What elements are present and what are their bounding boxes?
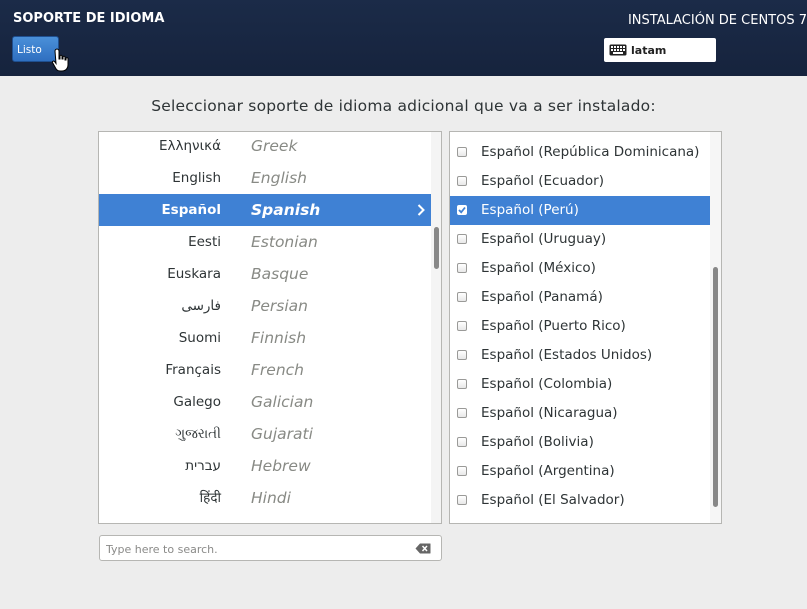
locale-label: Español (Panamá)	[481, 289, 603, 305]
keyboard-icon	[609, 44, 627, 56]
locale-label: Español (Estados Unidos)	[481, 347, 653, 363]
language-native-name: Français	[165, 362, 221, 378]
locale-label: Español (Nicaragua)	[481, 405, 618, 421]
language-list-scroll-thumb[interactable]	[434, 227, 439, 269]
language-native-name: Galego	[173, 394, 221, 410]
language-english-name: Gujarati	[251, 425, 313, 443]
language-english-name: Basque	[251, 265, 309, 283]
language-native-name: Español	[161, 202, 221, 218]
language-row[interactable]: Ελληνικά Greek	[99, 132, 431, 162]
keyboard-layout-label: latam	[631, 43, 667, 57]
header-bar: SOPORTE DE IDIOMA Listo INSTALACIÓN DE C…	[0, 0, 807, 76]
locale-row[interactable]: Español (Nicaragua)	[450, 399, 710, 428]
locale-row[interactable]: Español (Bolivia)	[450, 428, 710, 457]
locale-row[interactable]: Español (Argentina)	[450, 457, 710, 486]
language-native-name: فارسی	[181, 298, 221, 314]
language-english-name: French	[251, 361, 304, 379]
locale-row[interactable]: Español (Estados Unidos)	[450, 341, 710, 370]
locale-checkbox[interactable]	[457, 495, 467, 505]
search-input[interactable]	[104, 538, 408, 560]
locale-checkbox[interactable]	[457, 437, 467, 447]
locale-checkbox[interactable]	[457, 379, 467, 389]
locale-checkbox[interactable]	[457, 205, 467, 215]
locale-label: Español (Perú)	[481, 202, 579, 218]
locale-checkbox[interactable]	[457, 263, 467, 273]
language-row[interactable]: فارسی Persian	[99, 290, 431, 322]
locale-row[interactable]: Español (Colombia)	[450, 370, 710, 399]
language-native-name: Ελληνικά	[158, 138, 221, 154]
locale-checkbox[interactable]	[457, 176, 467, 186]
language-english-name: Greek	[251, 137, 298, 155]
language-native-name: Eesti	[188, 234, 221, 250]
locale-label: Español (El Salvador)	[481, 492, 625, 508]
locale-row[interactable]: Español (El Salvador)	[450, 486, 710, 515]
language-english-name: Galician	[251, 393, 314, 411]
locale-label: Español (Argentina)	[481, 463, 615, 479]
language-native-name: Suomi	[178, 330, 221, 346]
language-row[interactable]: Español Spanish	[99, 194, 431, 226]
language-english-name: Spanish	[251, 201, 321, 219]
locale-row[interactable]: Español (República Dominicana)	[450, 138, 710, 167]
language-list[interactable]: Ελληνικά Greek English English Español Spanis…	[98, 131, 442, 524]
language-row[interactable]: Français French	[99, 354, 431, 386]
locale-row[interactable]: Español (Puerto Rico)	[450, 312, 710, 341]
locale-checkbox[interactable]	[457, 321, 467, 331]
keyboard-layout-indicator[interactable]: latam	[604, 38, 716, 62]
locale-list[interactable]: Español (República Dominicana) Español (E…	[449, 131, 722, 524]
language-list-scrollbar[interactable]	[431, 132, 441, 523]
locale-row[interactable]: Español (Perú)	[450, 196, 710, 225]
language-native-name: ગુજરાતી	[175, 426, 221, 442]
language-row[interactable]: Galego Galician	[99, 386, 431, 418]
locale-checkbox[interactable]	[457, 234, 467, 244]
locale-checkbox[interactable]	[457, 408, 467, 418]
language-english-name: Hebrew	[251, 457, 311, 475]
locale-list-scroll-thumb[interactable]	[713, 267, 718, 507]
locale-row[interactable]: Español (México)	[450, 254, 710, 283]
locale-checkbox[interactable]	[457, 292, 467, 302]
locale-label: Español (Bolivia)	[481, 434, 594, 450]
checkmark-icon	[458, 206, 466, 214]
locale-label: Español (México)	[481, 260, 596, 276]
language-native-name: English	[172, 170, 221, 186]
instruction-text: Seleccionar soporte de idioma adicional …	[151, 97, 656, 115]
language-row[interactable]: ગુજરાતી Gujarati	[99, 418, 431, 450]
language-native-name: हिंदी	[199, 490, 221, 506]
language-row[interactable]: עברית Hebrew	[99, 450, 431, 482]
language-row[interactable]: Euskara Basque	[99, 258, 431, 290]
language-native-name: Euskara	[167, 266, 221, 282]
locale-row[interactable]: Español (Panamá)	[450, 283, 710, 312]
language-row[interactable]: हिंदी Hindi	[99, 482, 431, 514]
locale-label: Español (Puerto Rico)	[481, 318, 626, 334]
language-row[interactable]: Eesti Estonian	[99, 226, 431, 258]
language-english-name: English	[251, 169, 307, 187]
hand-pointer-icon	[51, 48, 69, 72]
locale-label: Español (Ecuador)	[481, 173, 604, 189]
locale-row[interactable]: Español (Ecuador)	[450, 167, 710, 196]
locale-checkbox[interactable]	[457, 466, 467, 476]
language-search-box[interactable]	[99, 535, 442, 561]
locale-row[interactable]: Español (Uruguay)	[450, 225, 710, 254]
locale-checkbox[interactable]	[457, 147, 467, 157]
page-title: SOPORTE DE IDIOMA	[13, 11, 165, 26]
language-english-name: Estonian	[251, 233, 318, 251]
install-title: INSTALACIÓN DE CENTOS 7	[627, 13, 807, 28]
language-english-name: Hindi	[251, 489, 291, 507]
language-english-name: Persian	[251, 297, 308, 315]
locale-label: Español (República Dominicana)	[481, 144, 700, 160]
locale-checkbox[interactable]	[457, 350, 467, 360]
locale-label: Español (Uruguay)	[481, 231, 607, 247]
locale-label: Español (Colombia)	[481, 376, 613, 392]
language-native-name: עברית	[185, 458, 221, 474]
language-english-name: Finnish	[251, 329, 307, 347]
locale-list-scrollbar[interactable]	[710, 132, 721, 523]
language-row[interactable]: English English	[99, 162, 431, 194]
clear-search-icon[interactable]	[415, 543, 431, 554]
chevron-right-icon	[417, 204, 425, 216]
language-row[interactable]: Suomi Finnish	[99, 322, 431, 354]
